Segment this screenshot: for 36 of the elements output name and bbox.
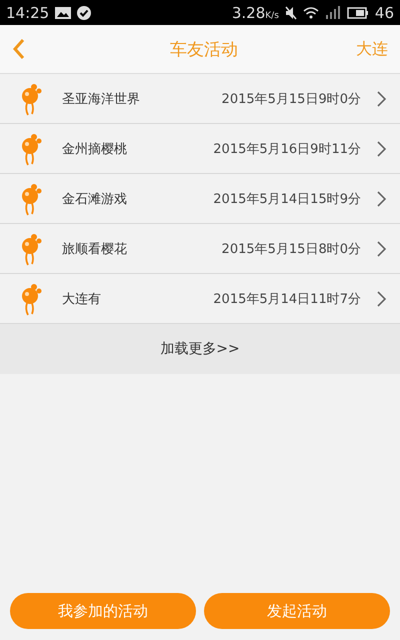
back-icon — [12, 38, 26, 60]
activity-name: 圣亚海洋世界 — [62, 90, 141, 108]
chevron-icon — [377, 190, 386, 206]
activity-name: 旅顺看樱花 — [62, 240, 128, 258]
status-time: 14:25 — [6, 4, 50, 22]
network-type: 46 — [374, 4, 394, 22]
activity-name: 大连有 — [62, 290, 102, 308]
activity-row[interactable]: 金石滩游戏 2015年5月14日15时9分 — [0, 174, 400, 224]
mascot-icon — [20, 182, 42, 216]
activity-name: 金石滩游戏 — [62, 190, 128, 208]
activity-time: 2015年5月15日9时0分 — [222, 90, 361, 108]
activity-row[interactable]: 金州摘樱桃 2015年5月16日9时11分 — [0, 124, 400, 174]
load-more-button[interactable]: 加载更多>> — [0, 324, 400, 374]
mascot-icon — [20, 132, 42, 166]
chevron-icon — [377, 140, 386, 156]
check-icon — [77, 6, 92, 20]
activity-time: 2015年5月16日9时11分 — [213, 140, 361, 158]
chevron-icon — [377, 290, 386, 306]
battery-icon — [346, 6, 369, 18]
mascot-icon — [20, 82, 42, 116]
chevron-icon — [377, 240, 386, 256]
signal-icon — [324, 6, 341, 19]
chevron-icon — [377, 90, 386, 106]
image-icon — [55, 6, 72, 18]
activity-time: 2015年5月14日11时7分 — [213, 290, 361, 308]
activity-time: 2015年5月15日8时0分 — [222, 240, 361, 258]
activity-row[interactable]: 旅顺看樱花 2015年5月15日8时0分 — [0, 224, 400, 274]
activity-row[interactable]: 圣亚海洋世界 2015年5月15日9时0分 — [0, 74, 400, 124]
page-title: 车友活动 — [169, 38, 239, 60]
network-speed: 3.28K/s — [232, 4, 279, 22]
mascot-icon — [20, 282, 42, 316]
activity-time: 2015年5月14日15时9分 — [213, 190, 361, 208]
mascot-icon — [20, 232, 42, 266]
wifi-icon — [302, 6, 319, 19]
mute-icon — [284, 6, 297, 20]
activity-name: 金州摘樱桃 — [62, 140, 128, 158]
